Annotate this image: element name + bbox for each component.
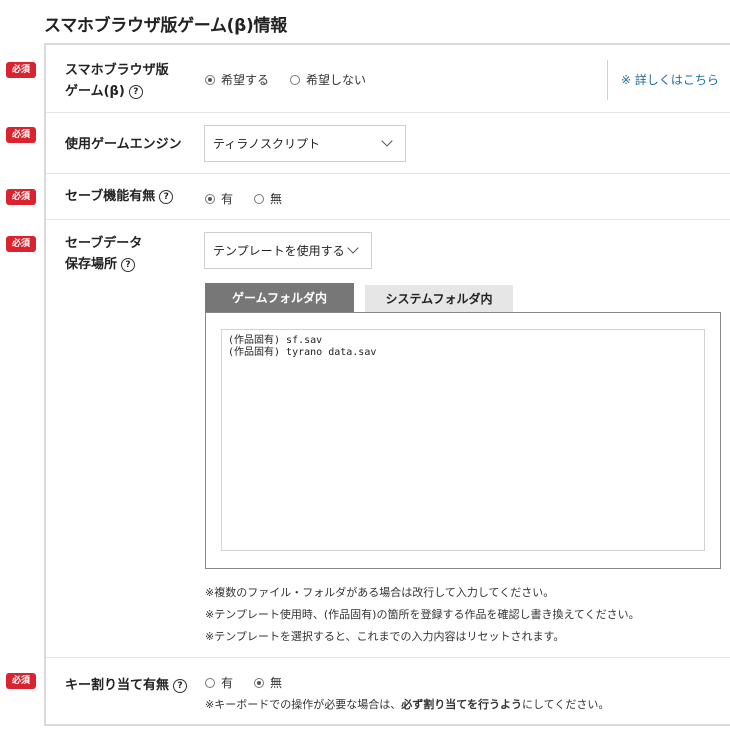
game-engine-label: 使用ゲームエンジン: [65, 137, 182, 152]
radio-want[interactable]: 希望する: [205, 71, 269, 88]
radio-unselected-icon: [290, 74, 300, 85]
radio-not-want[interactable]: 希望しない: [290, 71, 366, 88]
page-title: スマホブラウザ版ゲーム(β)情報: [44, 16, 287, 36]
row-divider: [46, 112, 730, 113]
required-badge: 必須: [6, 127, 36, 143]
required-badge: 必須: [6, 62, 36, 78]
radio-unselected-icon: [205, 677, 215, 688]
radio-selected-icon: [254, 677, 264, 688]
radio-selected-icon: [205, 74, 215, 85]
radio-label: 無: [270, 676, 283, 690]
radio-save-yes[interactable]: 有: [205, 190, 233, 207]
vertical-divider: [607, 60, 608, 100]
save-location-label: セーブデータ 保存場所?: [65, 233, 142, 275]
smartphone-game-label: スマホブラウザ版 ゲーム(β)?: [65, 60, 169, 102]
note-multiple-files: ※複数のファイル・フォルダがある場合は改行して入力してください。: [205, 586, 555, 599]
help-icon[interactable]: ?: [121, 257, 136, 272]
radio-label: 有: [221, 676, 234, 690]
label-line: 保存場所: [65, 257, 118, 272]
row-divider: [46, 219, 730, 220]
radio-unselected-icon: [254, 193, 264, 204]
required-badge: 必須: [6, 189, 36, 205]
note-text: にしてください。: [522, 698, 610, 711]
required-badge: 必須: [6, 673, 36, 689]
select-value: ティラノスクリプト: [213, 137, 321, 151]
label-line: セーブデータ: [65, 236, 143, 251]
note-emphasis: 必ず割り当てを行うよう: [401, 698, 522, 711]
radio-selected-icon: [205, 193, 215, 204]
note-text: ※キーボードでの操作が必要な場合は、: [205, 698, 402, 711]
chevron-down-icon: [347, 242, 359, 254]
help-icon[interactable]: ?: [128, 84, 143, 99]
radio-label: 希望しない: [306, 73, 367, 87]
required-badge: 必須: [6, 236, 36, 252]
radio-label: 無: [270, 192, 283, 206]
help-icon[interactable]: ?: [159, 189, 174, 204]
save-function-label: セーブ機能有無?: [65, 186, 174, 207]
label-line: スマホブラウザ版: [65, 63, 169, 78]
help-icon[interactable]: ?: [173, 678, 188, 693]
radio-key-yes[interactable]: 有: [205, 674, 233, 691]
radio-save-no[interactable]: 無: [254, 190, 282, 207]
label-text: セーブ機能有無: [65, 189, 156, 204]
key-assign-label: キー割り当て有無?: [65, 675, 188, 696]
row-divider: [46, 173, 730, 174]
textarea-line: (作品固有) sf.sav: [228, 335, 323, 346]
radio-label: 有: [221, 192, 234, 206]
label-line: ゲーム(β): [65, 84, 125, 99]
select-value: テンプレートを使用する: [213, 244, 345, 258]
row-divider: [46, 657, 730, 658]
note-key-assign: ※キーボードでの操作が必要な場合は、必ず割り当てを行うようにしてください。: [205, 696, 609, 712]
template-select[interactable]: テンプレートを使用する: [204, 232, 372, 269]
tab-game-folder[interactable]: ゲームフォルダ内: [205, 283, 354, 312]
note-template-usage: ※テンプレート使用時、(作品固有)の箇所を登録する作品を確認し書き換えてください…: [205, 608, 640, 621]
radio-key-no[interactable]: 無: [254, 674, 282, 691]
textarea-line: (作品固有) tyrano data.sav: [228, 347, 377, 358]
radio-label: 希望する: [221, 73, 270, 87]
tab-system-folder[interactable]: システムフォルダ内: [365, 285, 513, 312]
details-link[interactable]: ※ 詳しくはこちら: [621, 71, 719, 88]
save-path-textarea[interactable]: (作品固有) sf.sav (作品固有) tyrano data.sav: [221, 329, 705, 551]
label-text: キー割り当て有無: [65, 678, 170, 693]
game-engine-select[interactable]: ティラノスクリプト: [204, 125, 406, 162]
chevron-down-icon: [381, 135, 393, 147]
note-template-reset: ※テンプレートを選択すると、これまでの入力内容はリセットされます。: [205, 630, 565, 643]
